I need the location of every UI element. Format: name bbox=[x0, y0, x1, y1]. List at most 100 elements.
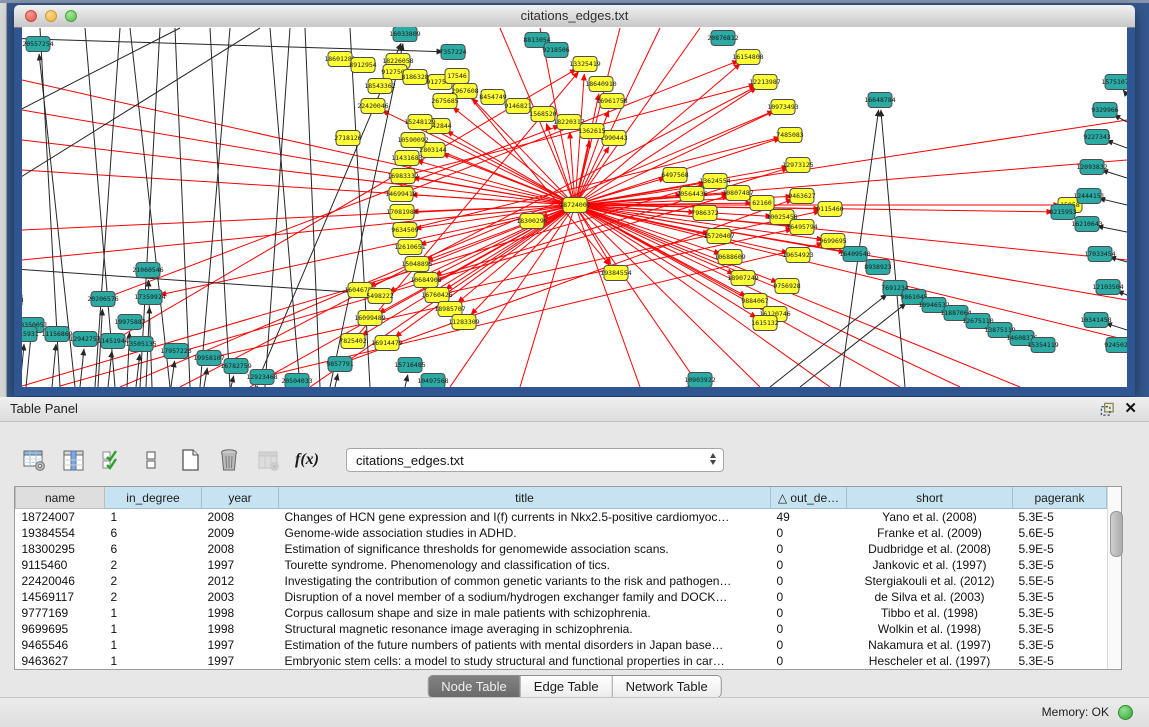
graph-node[interactable]: 20557254 bbox=[22, 37, 53, 52]
table-cell[interactable]: 18300295 bbox=[16, 541, 105, 557]
graph-node[interactable]: 5498222 bbox=[366, 289, 393, 304]
graph-node[interactable]: 18640910 bbox=[585, 77, 616, 92]
graph-node[interactable]: 9756928 bbox=[773, 279, 800, 294]
show-column-icon[interactable] bbox=[61, 448, 85, 472]
table-cell[interactable]: 1997 bbox=[202, 557, 279, 573]
table-cell[interactable]: 0 bbox=[771, 653, 847, 669]
float-panel-icon[interactable] bbox=[1100, 402, 1115, 417]
memory-ok-icon[interactable] bbox=[1118, 705, 1133, 720]
graph-node[interactable]: 15716485 bbox=[394, 358, 425, 373]
graph-node[interactable]: 19654923 bbox=[782, 248, 813, 263]
graph-node[interactable]: 16210643 bbox=[1071, 217, 1102, 232]
graph-node[interactable]: 17546 bbox=[445, 69, 469, 84]
table-row[interactable]: 977716911998Corpus callosum shape and si… bbox=[16, 605, 1107, 621]
table-cell[interactable]: 2003 bbox=[202, 589, 279, 605]
table-cell[interactable]: 9465546 bbox=[16, 637, 105, 653]
table-cell[interactable]: 2008 bbox=[202, 541, 279, 557]
table-cell[interactable]: 0 bbox=[771, 621, 847, 637]
graph-node[interactable]: 16495794 bbox=[786, 220, 817, 235]
table-cell[interactable]: 0 bbox=[771, 573, 847, 589]
graph-node[interactable]: 16099489 bbox=[354, 311, 385, 326]
table-cell[interactable]: 14569117 bbox=[16, 589, 105, 605]
graph-node[interactable]: 9115460 bbox=[816, 202, 843, 217]
table-cell[interactable]: 0 bbox=[771, 557, 847, 573]
graph-node[interactable]: 10341458 bbox=[1080, 313, 1111, 328]
table-cell[interactable]: 9463627 bbox=[16, 653, 105, 669]
graph-node[interactable]: 7485083 bbox=[776, 128, 803, 143]
graph-node[interactable]: 15354119 bbox=[1027, 338, 1058, 353]
graph-node[interactable]: 17081983 bbox=[386, 205, 417, 220]
table-cell[interactable]: 0 bbox=[771, 637, 847, 653]
graph-node[interactable]: 12610651 bbox=[394, 240, 425, 255]
graph-node[interactable]: 20206576 bbox=[87, 292, 118, 307]
graph-node[interactable]: 1362615 bbox=[578, 124, 605, 139]
minimize-window-icon[interactable] bbox=[45, 10, 57, 22]
graph-node[interactable]: 10497568 bbox=[417, 374, 448, 388]
tab-node-table[interactable]: Node Table bbox=[428, 676, 520, 697]
close-window-icon[interactable] bbox=[25, 10, 37, 22]
table-row[interactable]: 2242004622012Investigating the contribut… bbox=[16, 573, 1107, 589]
table-cell[interactable]: 2012 bbox=[202, 573, 279, 589]
table-cell[interactable]: 5.3E-5 bbox=[1013, 557, 1107, 573]
graph-node[interactable]: 13325419 bbox=[569, 57, 600, 72]
table-cell[interactable]: Investigating the contribution of common… bbox=[279, 573, 771, 589]
graph-node[interactable]: 18724007 bbox=[559, 198, 590, 213]
table-cell[interactable]: 2 bbox=[105, 573, 202, 589]
table-cell[interactable]: 5.5E-5 bbox=[1013, 573, 1107, 589]
table-cell[interactable]: 1 bbox=[105, 637, 202, 653]
graph-node[interactable]: 1615132 bbox=[751, 316, 778, 331]
tab-network-table[interactable]: Network Table bbox=[612, 676, 721, 697]
graph-node[interactable]: 20876812 bbox=[707, 31, 738, 46]
graph-node[interactable]: 20564436 bbox=[676, 187, 707, 202]
table-row[interactable]: 911546021997Tourette syndrome. Phenomeno… bbox=[16, 557, 1107, 573]
graph-node[interactable]: 14699419 bbox=[385, 187, 416, 202]
table-cell[interactable]: 1 bbox=[105, 605, 202, 621]
table-row[interactable]: 946362711997Embryonic stem cells: a mode… bbox=[16, 653, 1107, 669]
column-header-2[interactable]: year bbox=[202, 487, 279, 509]
graph-node[interactable]: 10688609 bbox=[714, 250, 745, 265]
table-cell[interactable]: Estimation of significance thresholds fo… bbox=[279, 541, 771, 557]
graph-node[interactable]: 9329966 bbox=[1091, 103, 1118, 118]
network-window-titlebar[interactable]: citations_edges.txt bbox=[14, 5, 1135, 28]
graph-node[interactable]: 9699695 bbox=[819, 234, 846, 249]
graph-node[interactable]: 6497568 bbox=[661, 168, 688, 183]
graph-node[interactable]: 9245022 bbox=[1104, 338, 1127, 353]
graph-node[interactable]: 12093832 bbox=[1076, 160, 1107, 175]
function-builder-icon[interactable]: f(x) bbox=[295, 448, 319, 472]
graph-node[interactable]: 20504033 bbox=[281, 374, 312, 388]
graph-node[interactable]: 1568520 bbox=[529, 107, 556, 122]
new-table-icon[interactable] bbox=[178, 448, 202, 472]
column-header-1[interactable]: in_degree bbox=[105, 487, 202, 509]
table-row[interactable]: 1872400712008Changes of HCN gene express… bbox=[16, 509, 1107, 526]
table-cell[interactable]: 5.3E-5 bbox=[1013, 605, 1107, 621]
table-cell[interactable]: 5.3E-5 bbox=[1013, 589, 1107, 605]
graph-node[interactable]: 2675685 bbox=[431, 94, 458, 109]
delete-column-icon[interactable] bbox=[217, 448, 241, 472]
graph-node[interactable]: 15048895 bbox=[401, 257, 432, 272]
graph-node[interactable]: 9463627 bbox=[788, 189, 815, 204]
graph-node[interactable]: 13505135 bbox=[125, 337, 156, 352]
table-cell[interactable]: Franke et al. (2009) bbox=[847, 525, 1013, 541]
table-row[interactable]: 1456911722003Disruption of a novel membe… bbox=[16, 589, 1107, 605]
table-cell[interactable]: Tibbo et al. (1998) bbox=[847, 605, 1013, 621]
table-cell[interactable]: 5.3E-5 bbox=[1013, 509, 1107, 526]
table-cell[interactable]: 5.3E-5 bbox=[1013, 653, 1107, 669]
table-scrollbar[interactable] bbox=[1107, 487, 1121, 669]
graph-node[interactable]: 16760426 bbox=[421, 288, 452, 303]
table-settings-icon[interactable] bbox=[22, 448, 46, 472]
graph-node[interactable]: 11156869 bbox=[41, 327, 72, 342]
table-cell[interactable]: 2008 bbox=[202, 509, 279, 526]
table-row[interactable]: 969969511998Structural magnetic resonanc… bbox=[16, 621, 1107, 637]
table-cell[interactable]: 6 bbox=[105, 541, 202, 557]
graph-node[interactable]: 12923468 bbox=[246, 370, 277, 385]
table-cell[interactable]: 2009 bbox=[202, 525, 279, 541]
table-cell[interactable]: de Silva et al. (2003) bbox=[847, 589, 1013, 605]
table-cell[interactable]: 0 bbox=[771, 605, 847, 621]
table-cell[interactable]: Tourette syndrome. Phenomenology and cla… bbox=[279, 557, 771, 573]
table-cell[interactable]: 5.9E-5 bbox=[1013, 541, 1107, 557]
graph-node[interactable]: 17033454 bbox=[1084, 247, 1115, 262]
table-cell[interactable]: Embryonic stem cells: a model to study s… bbox=[279, 653, 771, 669]
graph-node[interactable]: 62160 bbox=[750, 196, 774, 211]
graph-node[interactable]: 12444151 bbox=[1073, 189, 1104, 204]
table-cell[interactable]: Changes of HCN gene expression and I(f) … bbox=[279, 509, 771, 526]
